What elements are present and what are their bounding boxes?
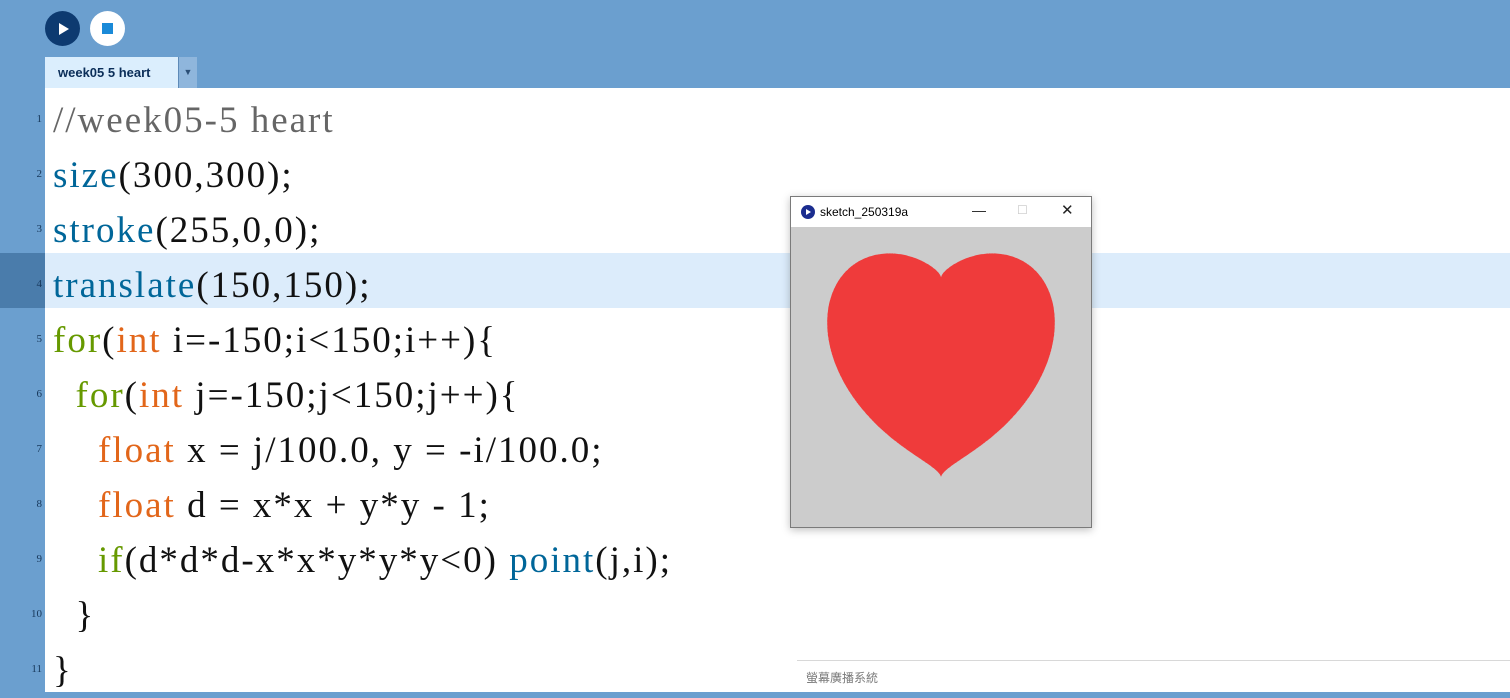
heart-drawing [827, 253, 1055, 477]
line-number: 3 [36, 223, 43, 235]
code-line[interactable]: //week05-5 heart [53, 93, 335, 148]
heart-shape [827, 253, 1055, 477]
minimize-button[interactable]: — [972, 202, 986, 218]
code-token: for [53, 320, 103, 361]
code-token: d = x*x + y*y - 1; [175, 485, 491, 526]
code-token: (j,i); [595, 540, 672, 581]
line-number: 9 [36, 553, 43, 565]
code-token: translate [53, 265, 197, 306]
line-number: 5 [36, 333, 43, 345]
code-token: point [509, 540, 596, 581]
code-token: stroke [53, 210, 156, 251]
code-line[interactable]: float x = j/100.0, y = -i/100.0; [53, 423, 604, 478]
code-line[interactable]: for(int i=-150;i<150;i++){ [53, 313, 497, 368]
line-number: 1 [36, 113, 43, 125]
code-token: } [53, 650, 73, 691]
close-button[interactable]: ✕ [1061, 201, 1074, 219]
code-token: ( [102, 320, 117, 361]
toolbar: week05 5 heart ▼ [0, 0, 1510, 88]
maximize-button[interactable]: ☐ [1017, 203, 1028, 217]
stop-icon [102, 23, 113, 34]
code-line[interactable]: size(300,300); [53, 148, 294, 203]
code-line[interactable]: if(d*d*d-x*x*y*y*y<0) point(j,i); [53, 533, 672, 588]
code-line[interactable]: } [53, 643, 73, 698]
line-number: 11 [31, 663, 42, 675]
stop-button[interactable] [90, 11, 125, 46]
code-line[interactable]: stroke(255,0,0); [53, 203, 321, 258]
code-line[interactable]: translate(150,150); [53, 258, 372, 313]
code-line[interactable]: for(int j=-150;j<150;j++){ [53, 368, 520, 423]
line-number: 7 [36, 443, 43, 455]
code-token: ( [124, 375, 139, 416]
processing-app-icon [801, 205, 815, 219]
line-number: 6 [36, 388, 43, 400]
code-token: (d*d*d-x*x*y*y*y<0) [124, 540, 510, 581]
code-token: (150,150); [196, 265, 372, 306]
code-token: j=-150;j<150;j++){ [184, 375, 520, 416]
line-number: 8 [36, 498, 43, 510]
code-token: (300,300); [118, 155, 294, 196]
screen-broadcast-label: 螢幕廣播系統 [806, 671, 879, 685]
screen-broadcast-bar: 螢幕廣播系統 [797, 660, 1510, 692]
run-button[interactable] [45, 11, 80, 46]
line-number: 2 [36, 168, 43, 180]
code-token: x = j/100.0, y = -i/100.0; [175, 430, 604, 471]
sketch-window-title: sketch_250319a [820, 205, 909, 219]
sketch-window[interactable]: sketch_250319a — ☐ ✕ [790, 196, 1092, 528]
code-token: } [53, 595, 96, 636]
play-icon [59, 22, 69, 35]
line-number: 4 [36, 278, 43, 290]
sketch-canvas[interactable] [791, 227, 1091, 527]
code-token: for [75, 375, 125, 416]
sketch-title-bar[interactable]: sketch_250319a — ☐ ✕ [791, 197, 1091, 227]
code-token: if [98, 540, 125, 581]
tab-week05-5-heart[interactable]: week05 5 heart [45, 57, 178, 88]
code-line[interactable]: float d = x*x + y*y - 1; [53, 478, 491, 533]
code-line[interactable]: } [53, 588, 95, 643]
code-token: //week05-5 heart [53, 100, 335, 141]
code-token: int [138, 375, 185, 416]
code-token: i=-150;i<150;i++){ [161, 320, 498, 361]
code-token: size [53, 155, 119, 196]
code-token: (255,0,0); [155, 210, 322, 251]
code-token: int [116, 320, 162, 361]
code-token: float [98, 430, 176, 471]
line-number: 10 [31, 608, 42, 620]
tab-menu-arrow-icon[interactable]: ▼ [178, 57, 197, 88]
code-token: float [98, 485, 176, 526]
